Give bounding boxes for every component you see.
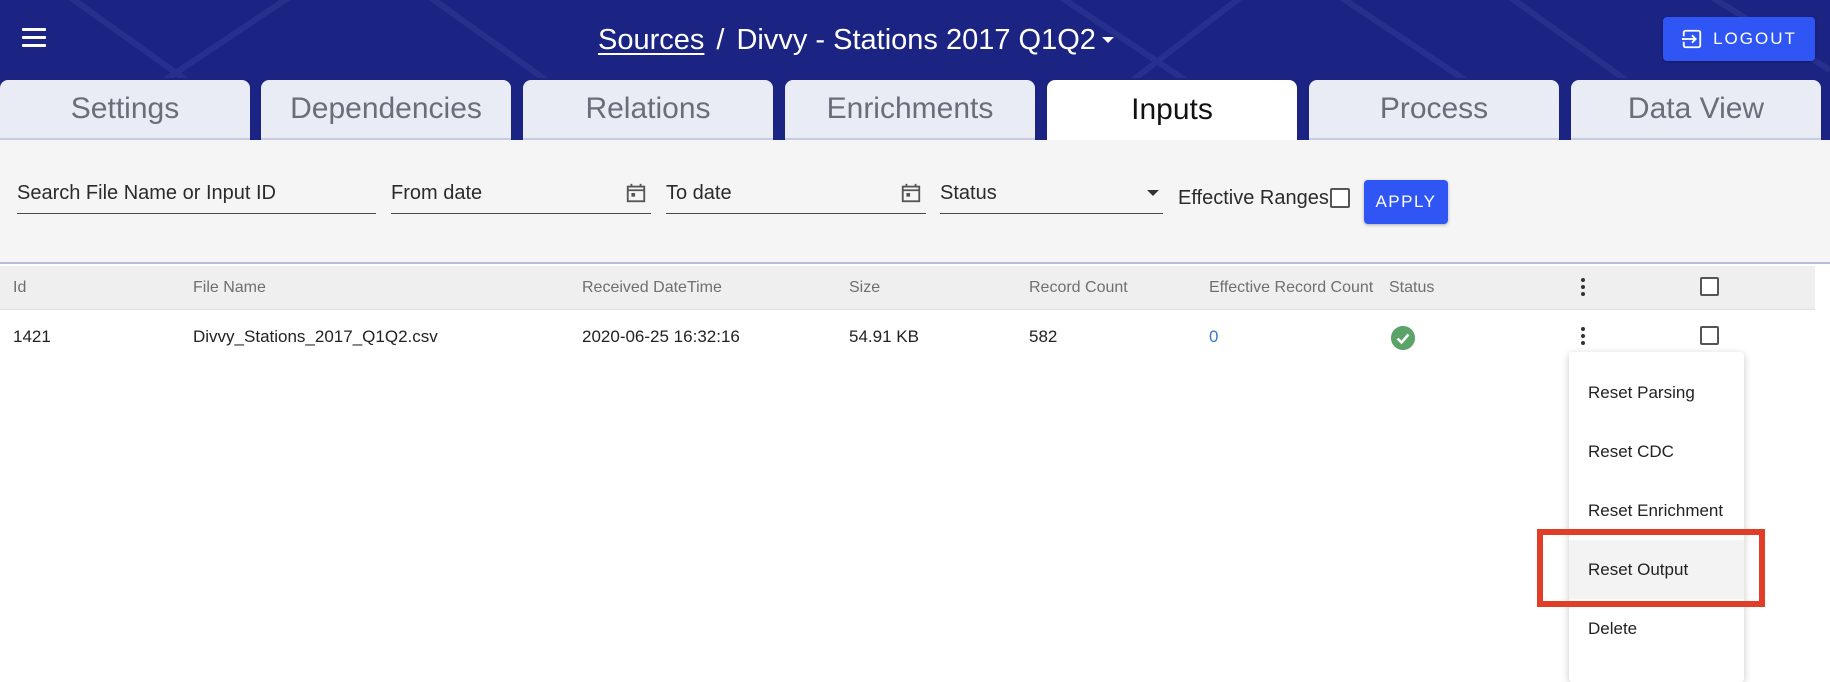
- column-header-record-count[interactable]: Record Count: [1029, 279, 1128, 297]
- column-header-size[interactable]: Size: [849, 279, 880, 297]
- column-header-id[interactable]: Id: [13, 279, 26, 297]
- table-header: Id File Name Received DateTime Size Reco…: [0, 266, 1815, 310]
- status-select[interactable]: Status: [940, 174, 1163, 214]
- effective-ranges-checkbox[interactable]: [1330, 188, 1350, 208]
- select-all-checkbox[interactable]: [1700, 277, 1719, 296]
- more-vert-icon[interactable]: [1580, 278, 1586, 300]
- breadcrumb-separator: /: [716, 23, 725, 56]
- logout-label: LOGOUT: [1713, 29, 1797, 48]
- tab-settings[interactable]: Settings: [0, 80, 250, 140]
- app-header: Sources / Divvy - Stations 2017 Q1Q2 LOG…: [0, 0, 1830, 78]
- to-date-input[interactable]: [666, 182, 926, 205]
- tab-inputs[interactable]: Inputs: [1047, 80, 1297, 140]
- caret-down-icon[interactable]: [1101, 37, 1114, 43]
- cell-id: 1421: [13, 327, 51, 346]
- check-circle-icon: [1391, 326, 1415, 350]
- breadcrumb-sources-link[interactable]: Sources: [598, 24, 704, 57]
- from-date-input[interactable]: [391, 182, 651, 205]
- status-select-label: Status: [940, 182, 997, 204]
- logout-icon: [1681, 29, 1702, 49]
- calendar-icon[interactable]: [900, 182, 922, 204]
- cell-record-count: 582: [1029, 327, 1058, 346]
- to-date-field: [666, 174, 926, 214]
- calendar-icon[interactable]: [625, 182, 647, 204]
- row-checkbox[interactable]: [1700, 326, 1719, 345]
- row-actions-menu: Reset Parsing Reset CDC Reset Enrichment…: [1569, 352, 1744, 682]
- row-actions-icon[interactable]: [1580, 327, 1586, 349]
- tab-bar: Settings Dependencies Relations Enrichme…: [0, 78, 1830, 140]
- effective-ranges-label: Effective Ranges: [1178, 187, 1329, 209]
- breadcrumb: Sources / Divvy - Stations 2017 Q1Q2: [598, 20, 1114, 60]
- from-date-field: [391, 174, 651, 214]
- menu-item-reset-output[interactable]: Reset Output: [1569, 540, 1744, 599]
- hamburger-menu-icon[interactable]: [22, 28, 48, 50]
- menu-item-reset-enrichment[interactable]: Reset Enrichment: [1569, 481, 1744, 540]
- cell-size: 54.91 KB: [849, 327, 919, 346]
- tab-relations[interactable]: Relations: [523, 80, 773, 140]
- cell-file-name: Divvy_Stations_2017_Q1Q2.csv: [193, 327, 438, 346]
- column-header-received[interactable]: Received DateTime: [582, 279, 722, 297]
- column-header-file-name[interactable]: File Name: [193, 279, 266, 297]
- search-field: [17, 174, 376, 214]
- tab-process[interactable]: Process: [1309, 80, 1559, 140]
- tab-enrichments[interactable]: Enrichments: [785, 80, 1035, 140]
- menu-item-delete[interactable]: Delete: [1569, 599, 1744, 658]
- search-input[interactable]: [17, 182, 376, 205]
- column-header-status[interactable]: Status: [1389, 279, 1434, 297]
- table-row[interactable]: 1421 Divvy_Stations_2017_Q1Q2.csv 2020-0…: [0, 313, 1815, 361]
- cell-received: 2020-06-25 16:32:16: [582, 327, 740, 346]
- tab-data-view[interactable]: Data View: [1571, 80, 1821, 140]
- logout-button[interactable]: LOGOUT: [1663, 17, 1815, 61]
- apply-button[interactable]: APPLY: [1364, 180, 1448, 224]
- column-header-effective-record-count[interactable]: Effective Record Count: [1209, 279, 1373, 297]
- tab-dependencies[interactable]: Dependencies: [261, 80, 511, 140]
- page-title[interactable]: Divvy - Stations 2017 Q1Q2: [736, 24, 1095, 57]
- chevron-down-icon[interactable]: [1147, 190, 1159, 196]
- menu-item-reset-parsing[interactable]: Reset Parsing: [1569, 363, 1744, 422]
- cell-effective-record-count[interactable]: 0: [1209, 327, 1218, 347]
- filter-bar: Status: [0, 140, 1830, 264]
- menu-item-reset-cdc[interactable]: Reset CDC: [1569, 422, 1744, 481]
